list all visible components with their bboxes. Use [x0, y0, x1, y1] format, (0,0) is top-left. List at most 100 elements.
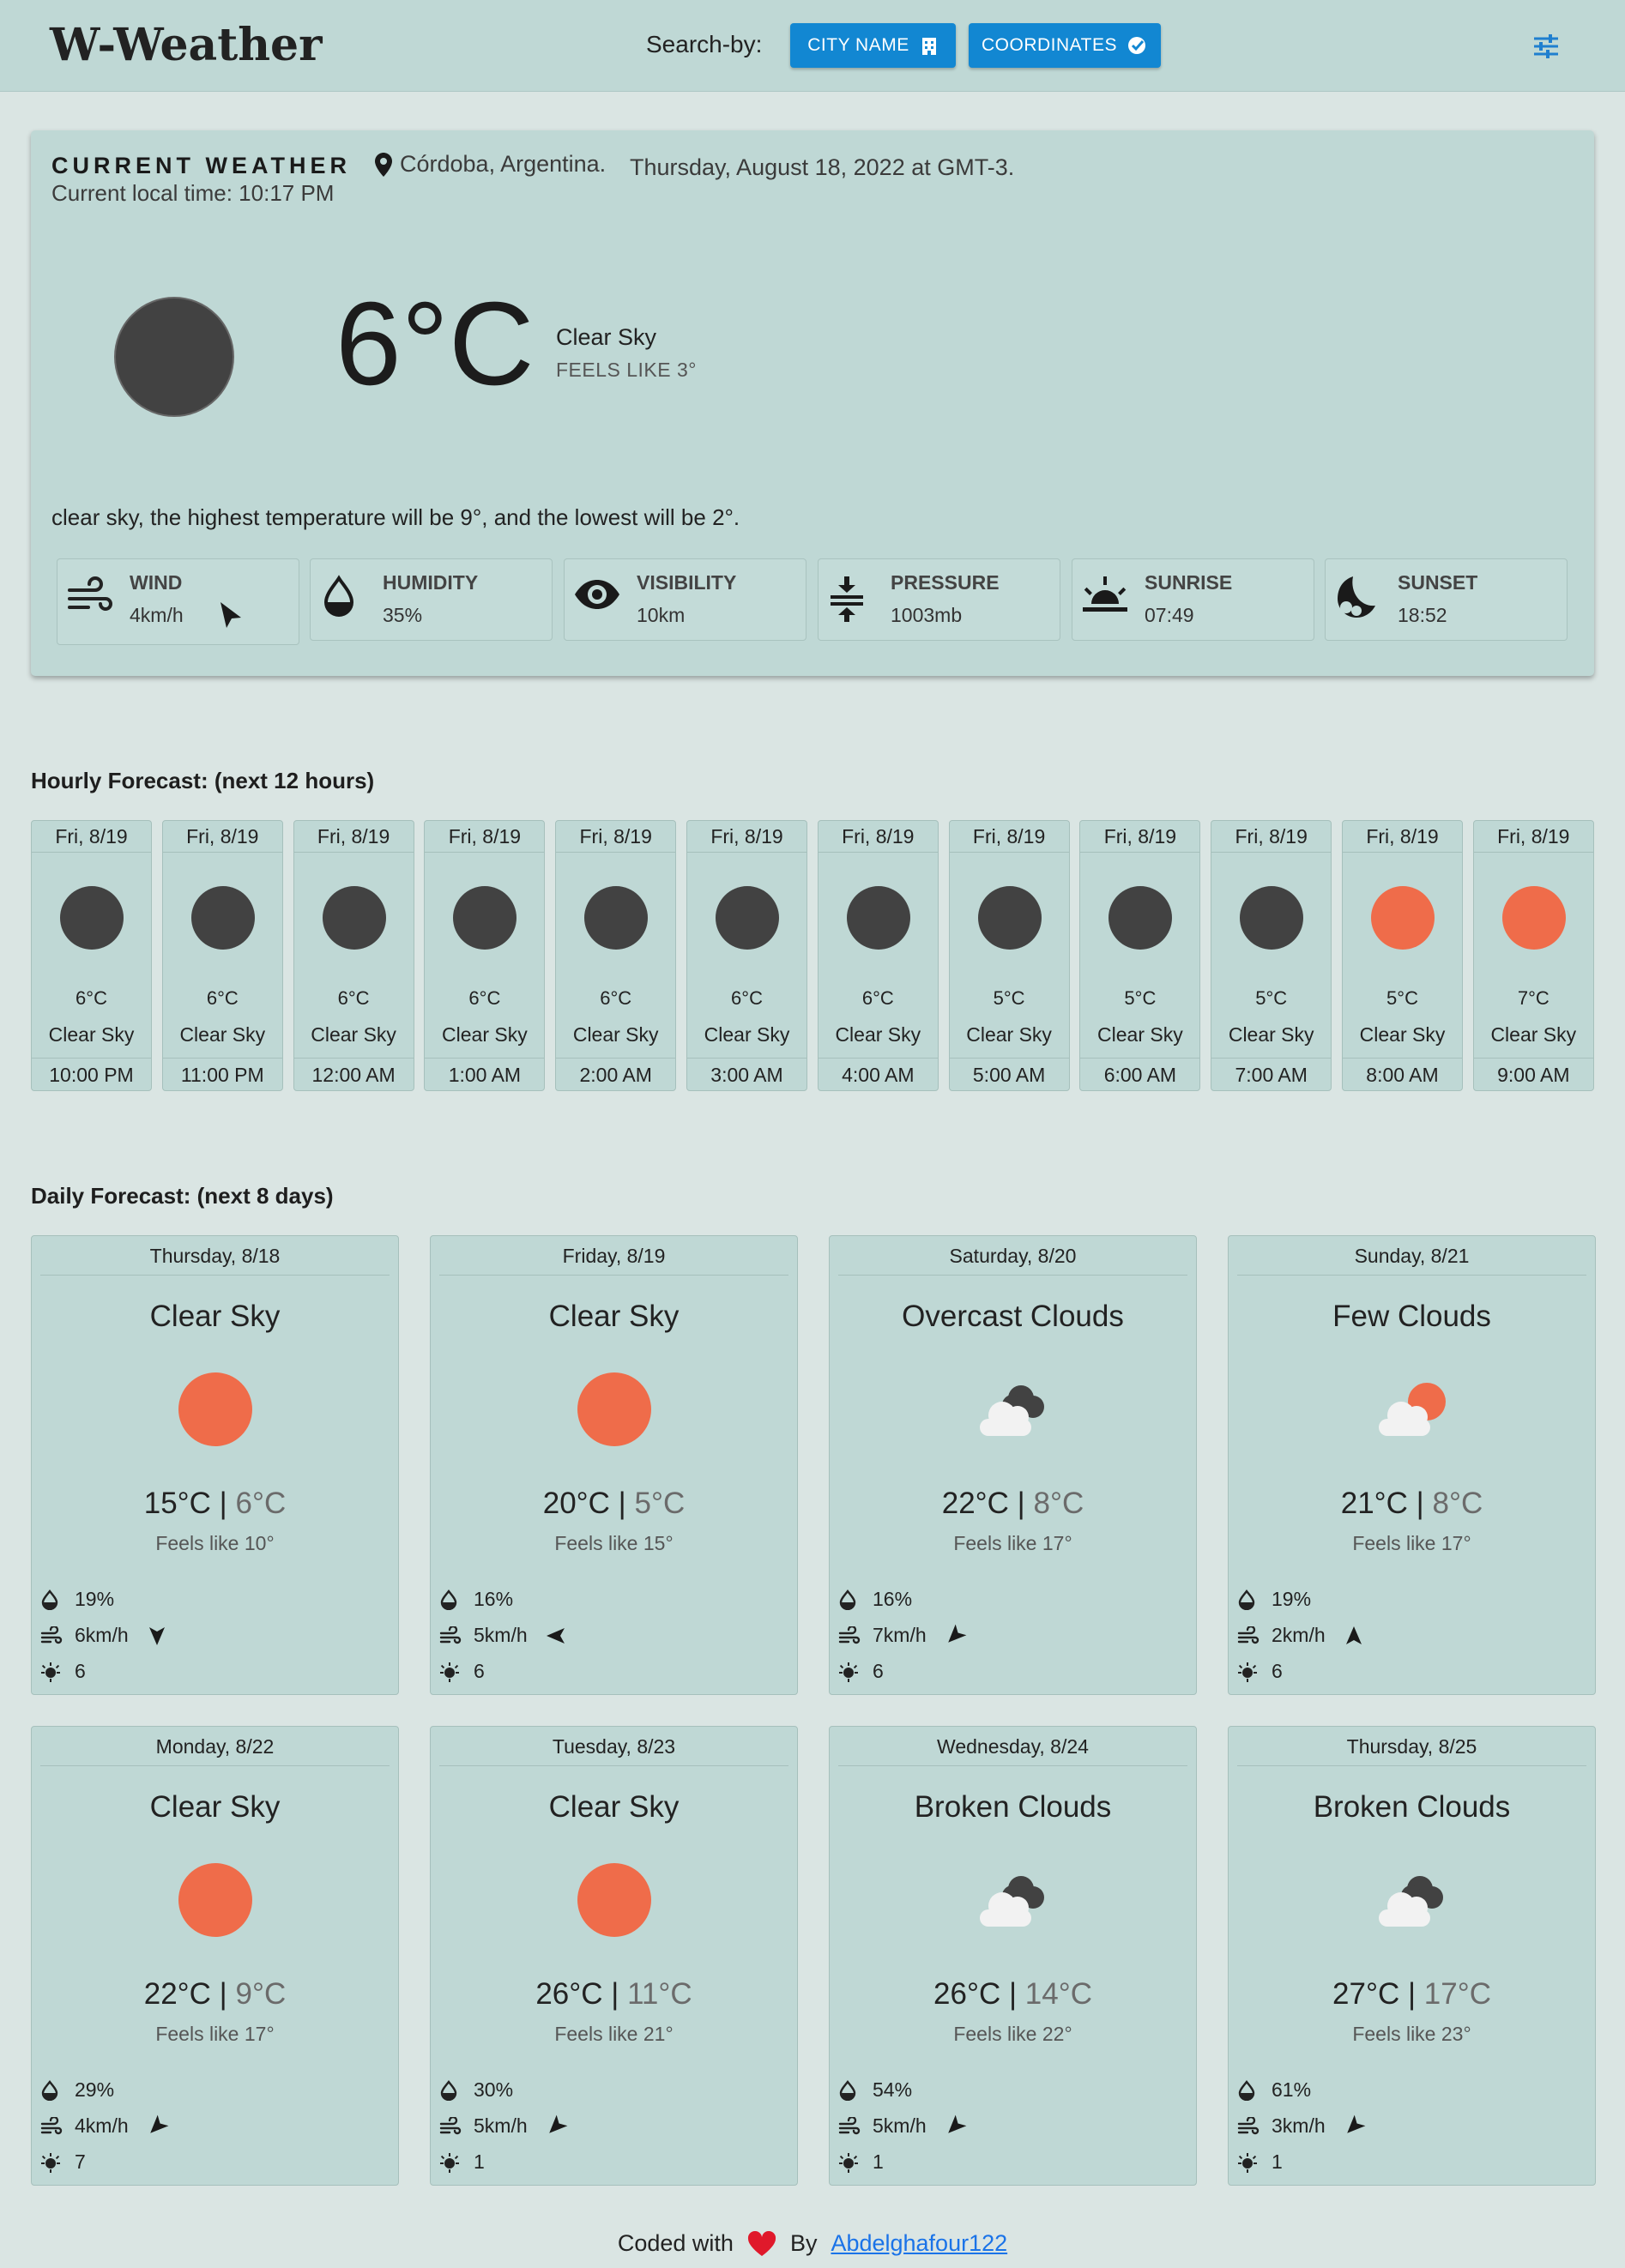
hourly-description: Clear Sky	[1359, 1023, 1446, 1046]
top-bar: W-Weather Search-by: CITY NAME COORDINAT…	[0, 0, 1625, 92]
daily-date: Tuesday, 8/23	[439, 1727, 788, 1766]
daily-date: Saturday, 8/20	[838, 1236, 1187, 1276]
search-coordinates-button[interactable]: COORDINATES	[969, 23, 1161, 68]
humidity-drop-icon	[838, 2079, 873, 2101]
daily-feels-like: Feels like 17°	[1352, 1532, 1471, 1554]
daily-date: Friday, 8/19	[439, 1236, 788, 1276]
daily-uv-row: 6	[40, 1660, 86, 1683]
wind-icon	[838, 2116, 873, 2136]
sun-icon	[577, 1372, 651, 1446]
daily-humidity-row: 54%	[838, 2078, 912, 2102]
daily-low: 11°C	[627, 1977, 692, 2011]
daily-humidity-row: 19%	[40, 1588, 114, 1611]
hourly-time: 4:00 AM	[818, 1058, 938, 1090]
daily-high: 26°C	[535, 1977, 603, 2011]
hourly-time: 10:00 PM	[32, 1058, 151, 1090]
current-weather-card: CURRENT WEATHER Córdoba, Argentina. Thur…	[31, 130, 1594, 676]
hourly-time: 8:00 AM	[1343, 1058, 1462, 1090]
hourly-description: Clear Sky	[835, 1023, 921, 1046]
daily-card: Saturday, 8/20 Overcast Clouds 22°C | 8°C F…	[829, 1235, 1197, 1695]
hourly-description: Clear Sky	[1228, 1023, 1314, 1046]
humidity-drop-icon	[1237, 1589, 1272, 1610]
daily-uv: 7	[75, 2150, 86, 2173]
hourly-card: Fri, 8/19 5°C Clear Sky 5:00 AM	[948, 820, 1070, 1091]
daily-description: Clear Sky	[548, 1790, 680, 1824]
daily-feels-like: Feels like 21°	[554, 2023, 674, 2045]
stat-value: 4km/h	[130, 604, 184, 626]
daily-date: Wednesday, 8/24	[838, 1727, 1187, 1766]
daily-wind-row: 2km/h	[1237, 1624, 1365, 1647]
daily-uv: 1	[873, 2150, 884, 2173]
stat-label: PRESSURE	[891, 571, 1000, 594]
local-time: Current local time: 10:17 PM	[51, 180, 335, 206]
wind-icon	[40, 2116, 75, 2136]
moon-icon	[846, 886, 910, 950]
current-weather-title: CURRENT WEATHER	[51, 153, 351, 178]
hourly-temp: 6°C	[600, 987, 632, 1009]
wind-direction-arrow-icon	[146, 1625, 168, 1647]
daily-humidity-row: 29%	[40, 2078, 114, 2102]
wind-direction-arrow-icon	[545, 2114, 568, 2138]
coordinates-button-label: COORDINATES	[982, 35, 1117, 55]
daily-humidity: 16%	[873, 1588, 913, 1610]
daily-wind: 2km/h	[1272, 1624, 1326, 1646]
hourly-card: Fri, 8/19 5°C Clear Sky 8:00 AM	[1342, 820, 1463, 1091]
hourly-time: 6:00 AM	[1080, 1058, 1200, 1090]
hourly-card: Fri, 8/19 5°C Clear Sky 6:00 AM	[1079, 820, 1201, 1091]
daily-low: 14°C	[1024, 1977, 1092, 2011]
daily-uv-row: 1	[838, 2150, 884, 2174]
stat-value: 1003mb	[891, 604, 963, 626]
hourly-forecast-title: Hourly Forecast: (next 12 hours)	[31, 768, 375, 793]
daily-uv-row: 1	[439, 2150, 485, 2174]
stat-value: 07:49	[1145, 604, 1194, 626]
hourly-temp: 6°C	[337, 987, 370, 1009]
daily-humidity: 19%	[75, 1588, 115, 1610]
humidity-drop-icon	[319, 575, 359, 618]
clouds-icon	[1375, 1863, 1451, 1939]
search-city-button[interactable]: CITY NAME	[790, 23, 956, 68]
stat-label: SUNSET	[1398, 571, 1478, 594]
building-icon	[920, 35, 939, 56]
moon-icon	[322, 886, 386, 950]
hourly-card: Fri, 8/19 6°C Clear Sky 10:00 PM	[31, 820, 152, 1091]
pressure-icon	[827, 575, 867, 623]
daily-wind-row: 6km/h	[40, 1624, 168, 1647]
hourly-time: 2:00 AM	[556, 1058, 676, 1090]
daily-feels-like: Feels like 10°	[155, 1532, 275, 1554]
daily-uv-row: 6	[838, 1660, 884, 1683]
wind-direction-arrow-icon	[545, 1625, 567, 1647]
daily-feels-like: Feels like 17°	[155, 2023, 275, 2045]
moon-icon	[716, 886, 779, 950]
daily-forecast-title: Daily Forecast: (next 8 days)	[31, 1183, 334, 1209]
moon-icon	[60, 886, 124, 950]
location-pin-icon	[374, 152, 393, 178]
daily-uv-row: 6	[439, 1660, 485, 1683]
daily-date: Sunday, 8/21	[1237, 1236, 1586, 1276]
eye-icon	[573, 575, 621, 614]
clouds-icon	[976, 1863, 1052, 1939]
author-link[interactable]: Abdelghafour122	[831, 2230, 1007, 2257]
stat-sunrise: SUNRISE 07:49	[1072, 558, 1314, 641]
moon-icon	[114, 297, 234, 417]
wind-direction-arrow-icon	[1343, 2114, 1366, 2138]
stat-label: HUMIDITY	[383, 571, 479, 594]
hourly-temp: 5°C	[993, 987, 1025, 1009]
daily-card: Monday, 8/22 Clear Sky 22°C | 9°C Feels lik…	[31, 1726, 399, 2186]
daily-wind-row: 4km/h	[40, 2114, 169, 2138]
settings-tune-icon[interactable]	[1531, 32, 1561, 61]
daily-uv: 6	[1272, 1660, 1283, 1682]
daily-temperature: 20°C | 5°C	[542, 1487, 686, 1520]
location: Córdoba, Argentina.	[374, 151, 606, 178]
app-logo[interactable]: W-Weather	[50, 19, 323, 71]
hourly-date: Fri, 8/19	[687, 821, 806, 853]
daily-wind-row: 3km/h	[1237, 2114, 1366, 2138]
daily-high: 22°C	[941, 1487, 1009, 1520]
daily-feels-like: Feels like 17°	[953, 1532, 1072, 1554]
daily-date: Monday, 8/22	[40, 1727, 390, 1766]
sun-icon	[1501, 886, 1566, 950]
daily-high: 20°C	[542, 1487, 610, 1520]
hourly-description: Clear Sky	[179, 1023, 266, 1046]
sun-icon	[1371, 886, 1435, 950]
daily-feels-like: Feels like 22°	[953, 2023, 1072, 2045]
hourly-description: Clear Sky	[311, 1023, 396, 1046]
